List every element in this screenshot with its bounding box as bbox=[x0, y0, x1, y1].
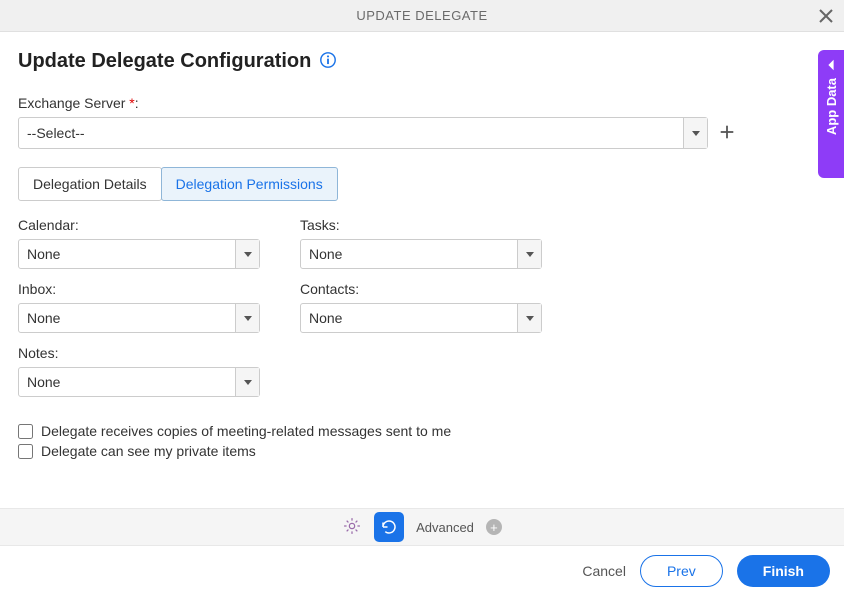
finish-button[interactable]: Finish bbox=[737, 555, 830, 587]
exchange-server-label-text: Exchange Server bbox=[18, 95, 129, 111]
dialog-footer: Cancel Prev Finish bbox=[0, 546, 844, 595]
tab-delegation-permissions[interactable]: Delegation Permissions bbox=[161, 167, 338, 201]
chevron-left-icon bbox=[824, 58, 838, 72]
gear-icon[interactable] bbox=[342, 516, 362, 539]
add-exchange-server-button[interactable] bbox=[718, 123, 736, 144]
calendar-value: None bbox=[27, 246, 60, 262]
notes-label: Notes: bbox=[18, 345, 260, 361]
exchange-server-value: --Select-- bbox=[27, 125, 85, 141]
inbox-value: None bbox=[27, 310, 60, 326]
app-data-label: App Data bbox=[824, 78, 839, 135]
calendar-label: Calendar: bbox=[18, 217, 260, 233]
delegate-private-checkbox[interactable] bbox=[18, 444, 33, 459]
contacts-select[interactable]: None bbox=[300, 303, 542, 333]
advanced-label[interactable]: Advanced bbox=[416, 520, 474, 535]
tasks-value: None bbox=[309, 246, 342, 262]
notes-select[interactable]: None bbox=[18, 367, 260, 397]
app-data-side-tab[interactable]: App Data bbox=[818, 50, 844, 178]
plus-circle-icon[interactable]: + bbox=[486, 519, 502, 535]
contacts-label: Contacts: bbox=[300, 281, 542, 297]
exchange-server-label: Exchange Server *: bbox=[18, 95, 826, 111]
contacts-value: None bbox=[309, 310, 342, 326]
inbox-label: Inbox: bbox=[18, 281, 260, 297]
delegate-private-label[interactable]: Delegate can see my private items bbox=[41, 443, 256, 459]
refresh-button[interactable] bbox=[374, 512, 404, 542]
info-icon[interactable] bbox=[319, 51, 337, 72]
chevron-down-icon bbox=[235, 304, 259, 332]
cancel-button[interactable]: Cancel bbox=[582, 563, 626, 579]
delegation-tabs: Delegation Details Delegation Permission… bbox=[18, 167, 826, 201]
prev-button[interactable]: Prev bbox=[640, 555, 723, 587]
notes-value: None bbox=[27, 374, 60, 390]
toolbar: Advanced + bbox=[0, 508, 844, 546]
delegate-meeting-label[interactable]: Delegate receives copies of meeting-rela… bbox=[41, 423, 451, 439]
calendar-select[interactable]: None bbox=[18, 239, 260, 269]
inbox-select[interactable]: None bbox=[18, 303, 260, 333]
tasks-select[interactable]: None bbox=[300, 239, 542, 269]
exchange-colon: : bbox=[135, 95, 139, 111]
delegate-meeting-checkbox[interactable] bbox=[18, 424, 33, 439]
dialog-header: UPDATE DELEGATE bbox=[0, 0, 844, 32]
chevron-down-icon bbox=[683, 118, 707, 148]
chevron-down-icon bbox=[235, 240, 259, 268]
tab-delegation-details[interactable]: Delegation Details bbox=[18, 167, 162, 201]
exchange-server-select[interactable]: --Select-- bbox=[18, 117, 708, 149]
chevron-down-icon bbox=[517, 304, 541, 332]
chevron-down-icon bbox=[517, 240, 541, 268]
chevron-down-icon bbox=[235, 368, 259, 396]
dialog-title: UPDATE DELEGATE bbox=[356, 8, 487, 23]
permissions-grid: Calendar: None Inbox: None Notes: None bbox=[18, 217, 826, 407]
main-content: Update Delegate Configuration Exchange S… bbox=[0, 32, 844, 459]
page-title: Update Delegate Configuration bbox=[18, 50, 311, 73]
tasks-label: Tasks: bbox=[300, 217, 542, 233]
close-icon[interactable] bbox=[818, 8, 834, 24]
